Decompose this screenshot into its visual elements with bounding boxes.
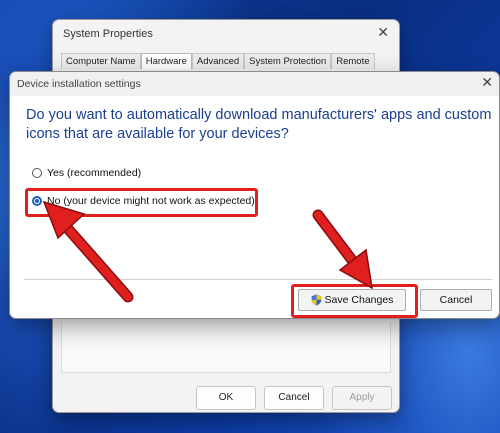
dialog-title: Device installation settings [17,78,141,90]
tab-advanced[interactable]: Advanced [191,53,245,69]
dialog-divider [24,279,492,280]
close-icon[interactable]: ✕ [377,24,389,41]
option-yes-label: Yes (recommended) [47,167,142,179]
system-properties-buttons: OK Cancel Apply [196,386,392,410]
radio-yes[interactable] [32,168,42,178]
dialog-question: Do you want to automatically download ma… [26,107,492,142]
tab-remote[interactable]: Remote [331,53,375,69]
tab-computer-name[interactable]: Computer Name [61,53,141,69]
highlight-box-save-button [291,284,418,318]
highlight-box-no-option [25,188,258,217]
dialog-titlebar: Device installation settings ✕ [10,72,499,96]
tab-hardware[interactable]: Hardware [140,53,192,69]
ok-button[interactable]: OK [196,386,256,410]
dialog-cancel-button[interactable]: Cancel [420,289,492,311]
apply-button[interactable]: Apply [332,386,392,410]
option-yes[interactable]: Yes (recommended) [32,167,141,179]
system-properties-tabs: Computer Name Hardware Advanced System P… [61,53,375,69]
hardware-tab-panel [61,322,391,373]
cancel-button[interactable]: Cancel [264,386,324,410]
close-icon[interactable]: ✕ [481,74,493,91]
tab-system-protection[interactable]: System Protection [244,53,332,69]
system-properties-title: System Properties [63,28,153,40]
